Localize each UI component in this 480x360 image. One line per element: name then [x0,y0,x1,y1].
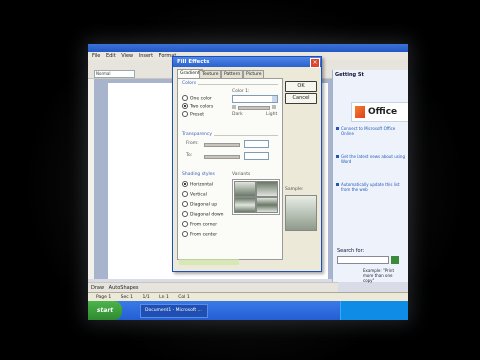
transparency-group-label: Transparency [182,132,213,137]
variants-label: Variants [232,172,251,177]
radio-from-center[interactable]: From center [182,231,217,239]
radio-indicator [182,181,188,187]
menu-file[interactable]: File [92,53,100,59]
radio-label: Two colors [190,104,214,110]
office-logo-icon [355,106,365,118]
radio-horizontal[interactable]: Horizontal [182,181,213,189]
cancel-button[interactable]: Cancel [285,93,317,104]
darkness-slider[interactable] [238,106,270,110]
draw-menu[interactable]: Draw [91,285,104,291]
status-pages: 1/1 [142,295,150,300]
radio-indicator [182,191,188,197]
task-pane-title: Getting St [335,72,364,78]
taskbar-word-document[interactable]: Document1 - Microsoft ... [140,304,208,318]
variant-4[interactable] [256,197,278,213]
radio-label: Vertical [190,192,207,198]
to-label: To: [186,153,193,158]
variant-1[interactable] [234,181,256,197]
radio-label: Preset [190,112,205,118]
system-tray [340,301,408,320]
from-label: From: [186,141,199,146]
word-title-bar [88,44,408,52]
dialog-title: Fill Effects [177,59,210,65]
link-latest-news[interactable]: Get the latest news about using Word [341,154,405,178]
start-button[interactable]: start [88,301,122,320]
radio-label: Horizontal [190,182,213,188]
transparency-from-slider[interactable] [204,143,240,147]
status-col: Col 1 [178,295,190,300]
arrow-left-icon[interactable] [232,105,236,109]
radio-indicator [182,231,188,237]
style-dropdown[interactable]: Normal [94,70,135,78]
variants-grid [232,179,280,215]
group-divider [198,84,278,85]
group-divider [214,135,278,136]
dark-label: Dark [232,112,243,117]
radio-indicator [182,95,188,101]
bullet-icon [336,127,339,130]
radio-indicator [182,103,188,109]
colors-group-label: Colors [182,81,197,86]
status-line: Ln 1 [159,295,169,300]
ok-button[interactable]: OK [285,81,317,92]
radio-label: From center [190,232,218,238]
autoshapes-menu[interactable]: AutoShapes [109,285,139,291]
radio-preset[interactable]: Preset [182,111,204,119]
bullet-icon [336,183,339,186]
sample-preview [285,195,317,231]
search-example: Example: "Print more than one copy" [363,268,395,283]
search-go-button[interactable] [391,256,399,264]
variant-3[interactable] [234,197,256,213]
transparency-to-slider[interactable] [204,155,240,159]
radio-one-color[interactable]: One color [182,95,212,103]
variant-2[interactable] [256,181,278,197]
monitor-screen: File Edit View Insert Format Normal Gett… [88,44,408,320]
radio-diagonal-up[interactable]: Diagonal up [182,201,217,209]
radio-indicator [182,211,188,217]
search-input[interactable] [337,256,389,264]
menu-edit[interactable]: Edit [106,53,116,59]
status-sec: Sec 1 [120,295,134,300]
color1-label: Color 1: [232,89,250,94]
office-logo-text: Office [368,107,398,117]
radio-indicator [182,111,188,117]
radio-vertical[interactable]: Vertical [182,191,207,199]
transparency-to-field[interactable] [244,152,269,160]
radio-label: Diagonal up [190,202,218,208]
close-icon[interactable]: × [310,58,320,68]
radio-indicator [182,221,188,227]
transparency-from-field[interactable] [244,140,269,148]
color1-dropdown[interactable] [232,95,278,103]
menu-insert[interactable]: Insert [139,53,153,59]
sample-label: Sample: [285,187,304,192]
windows-taskbar: start Document1 - Microsoft ... [88,301,408,320]
task-pane: Getting St Office Connect to Microsoft O… [332,70,408,283]
gradient-panel: Colors Color 1: One color Two colors Pre… [177,78,283,260]
search-label: Search for: [337,248,365,254]
radio-label: Diagonal down [190,212,224,218]
fill-effects-dialog: Fill Effects × Gradient Texture Pattern … [172,56,322,272]
menu-view[interactable]: View [121,53,133,59]
radio-diagonal-down[interactable]: Diagonal down [182,211,224,219]
radio-label: From corner [190,222,218,228]
link-auto-update[interactable]: Automatically update this list from the … [341,182,405,192]
radio-from-corner[interactable]: From corner [182,221,217,229]
bullet-icon [336,155,339,158]
light-label: Light [266,112,278,117]
office-logo: Office [351,102,408,122]
link-connect-office-online[interactable]: Connect to Microsoft Office Online [341,126,405,150]
radio-label: One color [190,96,212,102]
radio-indicator [182,201,188,207]
shading-group-label: Shading styles [182,172,215,177]
arrow-right-icon[interactable] [272,105,276,109]
status-page: Page 1 [96,295,112,300]
dialog-hint-bar [179,259,239,265]
radio-two-colors[interactable]: Two colors [182,103,213,111]
task-pane-links: Connect to Microsoft Office Online Get t… [341,126,405,196]
dialog-title-bar: Fill Effects × [173,57,321,68]
